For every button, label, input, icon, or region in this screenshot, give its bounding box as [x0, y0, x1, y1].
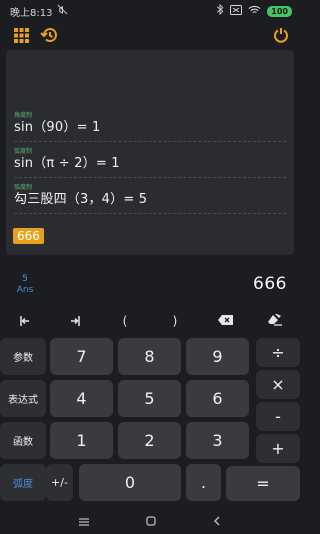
- digit-4-key[interactable]: 4: [50, 380, 113, 417]
- params-key[interactable]: 参数: [0, 338, 46, 375]
- history-expression: 勾三股四（3，4）= 5: [14, 192, 148, 207]
- ans-indicator[interactable]: 5 Ans: [14, 274, 36, 296]
- functions-key[interactable]: 函数: [0, 422, 46, 459]
- cursor-right-button[interactable]: [50, 316, 100, 326]
- battery-indicator: 100: [267, 5, 292, 17]
- history-divider: [14, 177, 286, 178]
- backspace-button[interactable]: [200, 314, 250, 328]
- digit-9-key[interactable]: 9: [186, 338, 249, 375]
- digit-8-key[interactable]: 8: [118, 338, 181, 375]
- history-divider: [14, 213, 286, 214]
- history-panel: 角度制 sin（90）= 1 弧度制 sin（π ÷ 2）= 1 弧度制 勾三股…: [6, 50, 294, 255]
- history-mode-label: 弧度制: [14, 184, 33, 191]
- ans-count: 5: [22, 274, 28, 284]
- status-bar: 晚上8:13 100: [0, 0, 300, 22]
- sim-off-icon: [230, 4, 243, 18]
- mute-icon: [57, 4, 68, 18]
- digit-6-key[interactable]: 6: [186, 380, 249, 417]
- wifi-icon: [248, 5, 261, 18]
- grid-icon[interactable]: [10, 24, 32, 46]
- result-display: 666: [253, 274, 287, 294]
- cursor-left-button[interactable]: [0, 316, 50, 326]
- digit-7-key[interactable]: 7: [50, 338, 113, 375]
- equals-key[interactable]: =: [226, 466, 300, 501]
- open-paren-button[interactable]: (: [100, 314, 150, 328]
- clear-button[interactable]: [250, 313, 300, 329]
- digit-3-key[interactable]: 3: [186, 422, 249, 459]
- top-toolbar: [0, 22, 300, 48]
- divide-key[interactable]: ÷: [256, 338, 300, 367]
- system-nav-bar: [0, 506, 300, 534]
- history-mode-label: 角度制: [14, 112, 33, 119]
- cursor-control-row: ( ): [0, 304, 300, 338]
- backspace-icon: [217, 314, 233, 328]
- plus-key[interactable]: +: [256, 434, 300, 463]
- history-entry[interactable]: 弧度制 勾三股四（3，4）= 5: [14, 184, 286, 214]
- history-mode-label: 弧度制: [14, 148, 33, 155]
- bluetooth-icon: [216, 3, 224, 18]
- home-icon[interactable]: [146, 511, 156, 530]
- power-icon[interactable]: [270, 24, 292, 46]
- history-entry[interactable]: 弧度制 sin（π ÷ 2）= 1: [14, 148, 286, 178]
- digit-0-key[interactable]: 0: [79, 464, 181, 501]
- minus-key[interactable]: -: [256, 402, 300, 431]
- digit-5-key[interactable]: 5: [118, 380, 181, 417]
- negate-key[interactable]: +/-: [46, 464, 73, 501]
- back-icon[interactable]: [213, 511, 221, 530]
- history-icon[interactable]: [38, 24, 60, 46]
- eraser-icon: [268, 313, 282, 329]
- ans-label: Ans: [16, 285, 34, 295]
- history-entry[interactable]: 角度制 sin（90）= 1: [14, 112, 286, 142]
- current-input[interactable]: 666: [13, 228, 44, 244]
- history-expression: sin（90）= 1: [14, 120, 101, 135]
- digit-1-key[interactable]: 1: [50, 422, 113, 459]
- status-time: 晚上8:13: [10, 7, 53, 19]
- digit-2-key[interactable]: 2: [118, 422, 181, 459]
- radian-key[interactable]: 弧度: [0, 464, 46, 501]
- decimal-key[interactable]: .: [186, 464, 221, 501]
- close-paren-button[interactable]: ): [150, 314, 200, 328]
- menu-icon[interactable]: [78, 511, 89, 530]
- expression-key[interactable]: 表达式: [0, 380, 46, 417]
- multiply-key[interactable]: ×: [256, 370, 300, 399]
- history-divider: [14, 141, 286, 142]
- history-expression: sin（π ÷ 2）= 1: [14, 156, 120, 171]
